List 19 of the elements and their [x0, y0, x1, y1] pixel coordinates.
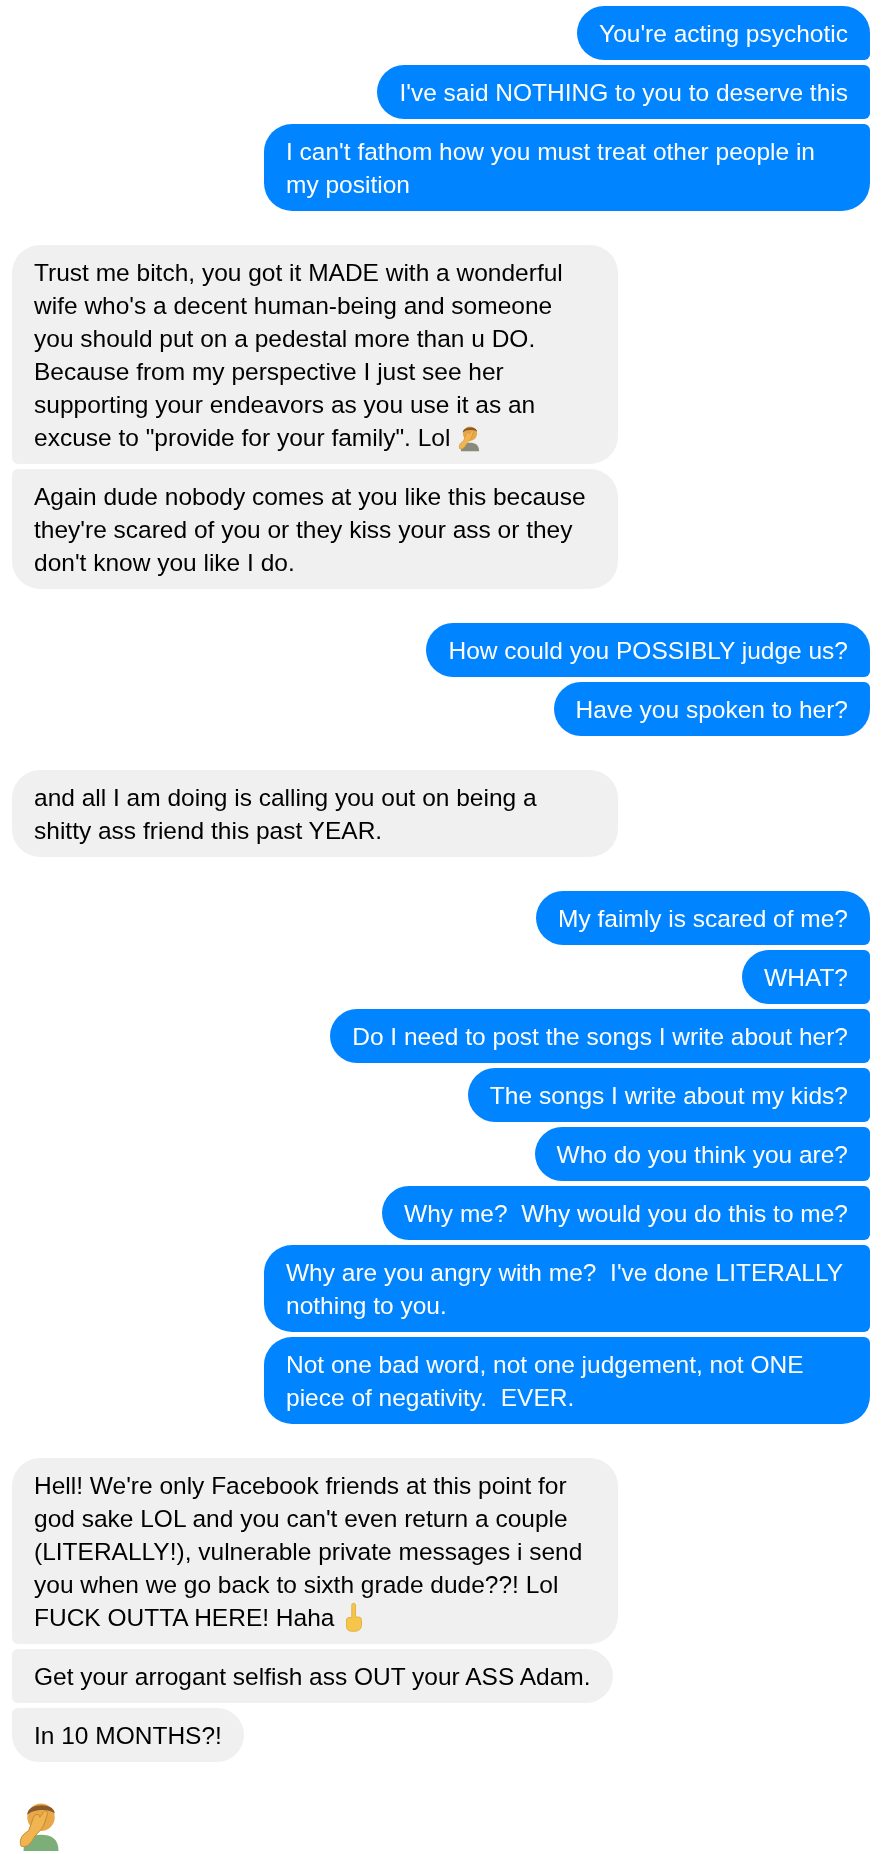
message-bubble: and all I am doing is calling you out on being a shitty ass friend this past YEAR.	[12, 770, 618, 857]
message-bubble: Why are you angry with me? I've done LITERALLY nothing to you.	[264, 1245, 870, 1332]
message-bubble: WHAT?	[742, 950, 870, 1004]
message-bubble: You're acting psychotic	[577, 6, 870, 60]
message-bubble: My faimly is scared of me?	[536, 891, 870, 945]
message-bubble: Have you spoken to her?	[553, 682, 870, 736]
message-bubble: Not one bad word, not one judgement, not ONE piece of negativity. EVER.	[264, 1337, 870, 1424]
message-bubble: Why me? Why would you do this to me?	[382, 1186, 870, 1240]
message-bubble: Who do you think you are?	[534, 1127, 870, 1181]
message-bubble: In 10 MONTHS?!	[12, 1708, 244, 1762]
message-bubble: Again dude nobody comes at you like this because they're scared of you or they kiss your ass or they don't know you like I do.	[12, 469, 618, 589]
message-bubble: Do I need to post the songs I write about her?	[330, 1009, 870, 1063]
message-bubble: Trust me bitch, you got it MADE with a wonderful wife who's a decent human-being and someone you should put on a pedestal more than u DO. Because from my perspective I just see her supporting your endeavors as you use it as an excuse to "provide for your family". Lol	[12, 245, 618, 464]
message-bubble: The songs I write about my kids?	[467, 1068, 870, 1122]
message-bubble: I've said NOTHING to you to deserve this	[377, 65, 870, 119]
message-bubble: Hell! We're only Facebook friends at this point for god sake LOL and you can't even return a couple (LITERALLY!), vulnerable private messages i send you when we go back to sixth grade dude??! Lol FUCK OUTTA HERE! Haha	[12, 1458, 618, 1644]
message-bubble: Get your arrogant selfish ass OUT your ASS Adam.	[12, 1649, 613, 1703]
message-bubble: How could you POSSIBLY judge us?	[426, 623, 870, 677]
message-bubble: I can't fathom how you must treat other people in my position	[264, 124, 870, 211]
